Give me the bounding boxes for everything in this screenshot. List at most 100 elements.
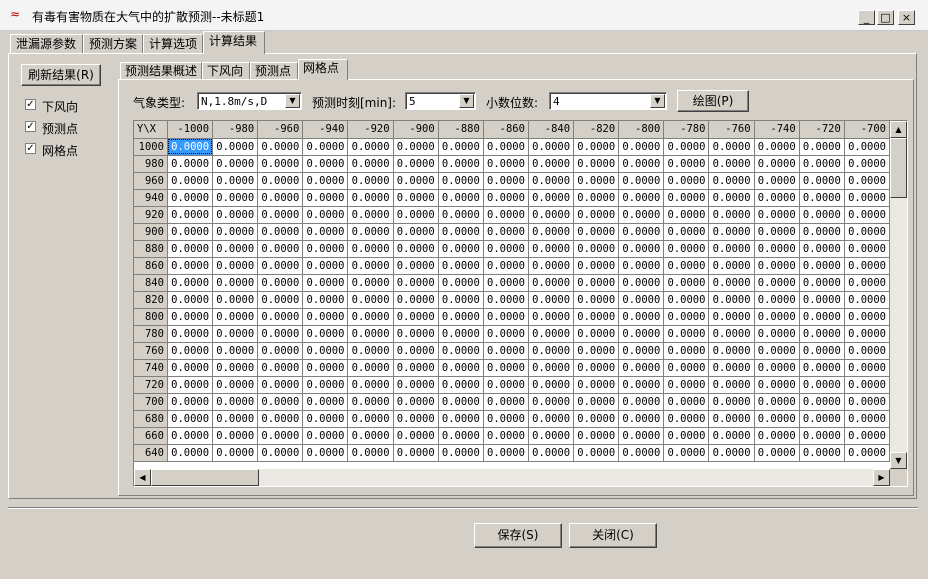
grid-cell[interactable]: 0.0000 bbox=[708, 206, 755, 224]
grid-cell[interactable]: 0.0000 bbox=[257, 189, 304, 207]
grid-cell[interactable]: 0.0000 bbox=[799, 444, 845, 462]
grid-cell[interactable]: 0.0000 bbox=[573, 274, 620, 292]
grid-column-header[interactable]: -760 bbox=[708, 121, 755, 139]
grid-cell[interactable]: 0.0000 bbox=[528, 189, 575, 207]
grid-cell[interactable]: 0.0000 bbox=[844, 206, 890, 224]
grid-cell[interactable]: 0.0000 bbox=[528, 427, 575, 445]
grid-cell[interactable]: 0.0000 bbox=[618, 393, 665, 411]
grid-cell[interactable]: 0.0000 bbox=[663, 257, 710, 275]
tab-forecast-plan[interactable]: 预测方案 bbox=[83, 34, 143, 54]
grid-cell[interactable]: 0.0000 bbox=[708, 376, 755, 394]
grid-cell[interactable]: 0.0000 bbox=[708, 274, 755, 292]
grid-cell[interactable]: 0.0000 bbox=[754, 206, 800, 224]
grid-cell[interactable]: 0.0000 bbox=[483, 155, 529, 173]
grid-cell[interactable]: 0.0000 bbox=[347, 223, 394, 241]
grid-row-header[interactable]: 1000 bbox=[134, 138, 168, 156]
grid-cell[interactable]: 0.0000 bbox=[483, 172, 529, 190]
grid-cell[interactable]: 0.0000 bbox=[347, 274, 394, 292]
grid-cell[interactable]: 0.0000 bbox=[528, 308, 575, 326]
grid-cell[interactable]: 0.0000 bbox=[302, 138, 349, 156]
grid-cell[interactable]: 0.0000 bbox=[844, 325, 890, 343]
grid-cell[interactable]: 0.0000 bbox=[167, 410, 214, 428]
grid-cell[interactable]: 0.0000 bbox=[663, 359, 710, 377]
tab-calc-options[interactable]: 计算选项 bbox=[143, 34, 203, 54]
grid-cell[interactable]: 0.0000 bbox=[212, 325, 259, 343]
grid-cell[interactable]: 0.0000 bbox=[257, 359, 304, 377]
grid-cell[interactable]: 0.0000 bbox=[844, 393, 890, 411]
grid-cell[interactable]: 0.0000 bbox=[799, 427, 845, 445]
scroll-up-icon[interactable]: ▲ bbox=[890, 121, 907, 138]
refresh-results-button[interactable]: 刷新结果(R) bbox=[21, 64, 101, 86]
grid-cell[interactable]: 0.0000 bbox=[754, 274, 800, 292]
grid-cell[interactable]: 0.0000 bbox=[573, 444, 620, 462]
grid-cell[interactable]: 0.0000 bbox=[573, 325, 620, 343]
decimal-places-select[interactable]: 4 ▼ bbox=[549, 92, 667, 110]
grid-cell[interactable]: 0.0000 bbox=[393, 138, 439, 156]
grid-cell[interactable]: 0.0000 bbox=[302, 257, 349, 275]
grid-cell[interactable]: 0.0000 bbox=[347, 155, 394, 173]
grid-cell[interactable]: 0.0000 bbox=[438, 393, 484, 411]
grid-cell[interactable]: 0.0000 bbox=[257, 206, 304, 224]
grid-cell[interactable]: 0.0000 bbox=[844, 444, 890, 462]
grid-cell[interactable]: 0.0000 bbox=[708, 291, 755, 309]
grid-cell[interactable]: 0.0000 bbox=[799, 189, 845, 207]
grid-column-header[interactable]: -820 bbox=[573, 121, 620, 139]
subtab-downwind[interactable]: 下风向 bbox=[202, 62, 250, 80]
grid-cell[interactable]: 0.0000 bbox=[212, 410, 259, 428]
grid-cell[interactable]: 0.0000 bbox=[302, 189, 349, 207]
grid-cell[interactable]: 0.0000 bbox=[754, 223, 800, 241]
grid-cell[interactable]: 0.0000 bbox=[708, 393, 755, 411]
grid-cell[interactable]: 0.0000 bbox=[393, 206, 439, 224]
grid-cell[interactable]: 0.0000 bbox=[618, 206, 665, 224]
grid-cell[interactable]: 0.0000 bbox=[347, 172, 394, 190]
maximize-button[interactable]: □ bbox=[877, 10, 894, 25]
grid-cell[interactable]: 0.0000 bbox=[483, 240, 529, 258]
grid-cell[interactable]: 0.0000 bbox=[438, 189, 484, 207]
grid-cell[interactable]: 0.0000 bbox=[618, 257, 665, 275]
grid-cell[interactable]: 0.0000 bbox=[528, 393, 575, 411]
grid-cell[interactable]: 0.0000 bbox=[618, 155, 665, 173]
grid-cell[interactable]: 0.0000 bbox=[663, 155, 710, 173]
grid-cell[interactable]: 0.0000 bbox=[212, 342, 259, 360]
grid-cell[interactable]: 0.0000 bbox=[573, 257, 620, 275]
grid-cell[interactable]: 0.0000 bbox=[302, 240, 349, 258]
grid-cell[interactable]: 0.0000 bbox=[844, 274, 890, 292]
grid-cell[interactable]: 0.0000 bbox=[347, 240, 394, 258]
grid-cell[interactable]: 0.0000 bbox=[393, 291, 439, 309]
grid-cell[interactable]: 0.0000 bbox=[438, 223, 484, 241]
grid-cell[interactable]: 0.0000 bbox=[438, 427, 484, 445]
grid-cell[interactable]: 0.0000 bbox=[302, 223, 349, 241]
grid-cell[interactable]: 0.0000 bbox=[708, 155, 755, 173]
grid-cell[interactable]: 0.0000 bbox=[302, 444, 349, 462]
grid-cell[interactable]: 0.0000 bbox=[438, 138, 484, 156]
grid-cell[interactable]: 0.0000 bbox=[754, 155, 800, 173]
grid-cell[interactable]: 0.0000 bbox=[302, 427, 349, 445]
grid-cell[interactable]: 0.0000 bbox=[708, 240, 755, 258]
grid-row-header[interactable]: 960 bbox=[134, 172, 168, 190]
grid-cell[interactable]: 0.0000 bbox=[799, 291, 845, 309]
grid-cell[interactable]: 0.0000 bbox=[393, 325, 439, 343]
grid-cell[interactable]: 0.0000 bbox=[347, 291, 394, 309]
grid-cell[interactable]: 0.0000 bbox=[167, 291, 214, 309]
grid-cell[interactable]: 0.0000 bbox=[438, 206, 484, 224]
grid-cell[interactable]: 0.0000 bbox=[754, 444, 800, 462]
grid-cell[interactable]: 0.0000 bbox=[708, 189, 755, 207]
grid-row-header[interactable]: 640 bbox=[134, 444, 168, 462]
grid-cell[interactable]: 0.0000 bbox=[483, 138, 529, 156]
tab-calc-results[interactable]: 计算结果 bbox=[203, 31, 265, 54]
grid-cell[interactable]: 0.0000 bbox=[754, 172, 800, 190]
forecast-time-select[interactable]: 5 ▼ bbox=[405, 92, 476, 110]
grid-cell[interactable]: 0.0000 bbox=[663, 427, 710, 445]
grid-cell[interactable]: 0.0000 bbox=[663, 308, 710, 326]
grid-cell[interactable]: 0.0000 bbox=[799, 325, 845, 343]
grid-cell[interactable]: 0.0000 bbox=[393, 359, 439, 377]
grid-cell[interactable]: 0.0000 bbox=[708, 410, 755, 428]
grid-cell[interactable]: 0.0000 bbox=[212, 376, 259, 394]
grid-column-header[interactable]: -700 bbox=[844, 121, 890, 139]
grid-column-header[interactable]: -980 bbox=[212, 121, 259, 139]
grid-cell[interactable]: 0.0000 bbox=[618, 138, 665, 156]
grid-row-header[interactable]: 880 bbox=[134, 240, 168, 258]
grid-cell[interactable]: 0.0000 bbox=[347, 325, 394, 343]
grid-cell[interactable]: 0.0000 bbox=[483, 206, 529, 224]
grid-cell[interactable]: 0.0000 bbox=[799, 155, 845, 173]
